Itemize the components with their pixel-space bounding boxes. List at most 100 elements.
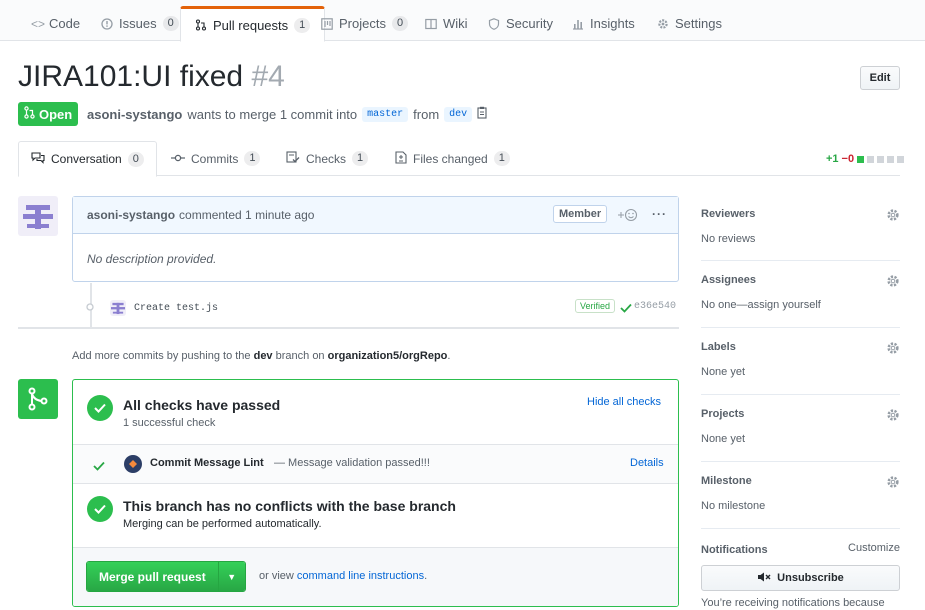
conflict-title: This branch has no conflicts with the ba…	[123, 498, 456, 514]
project-icon	[321, 17, 333, 30]
merge-button-group: Merge pull request ▼	[86, 561, 246, 592]
tab-issues[interactable]: Issues 0	[86, 6, 194, 41]
base-branch[interactable]: master	[362, 106, 409, 122]
verified-badge[interactable]: Verified	[575, 299, 616, 313]
gear-icon[interactable]	[886, 341, 900, 355]
commit-icon	[82, 301, 98, 315]
tab-settings[interactable]: Settings	[642, 6, 737, 41]
pr-author-link[interactable]: asoni-systango	[87, 107, 182, 122]
assignees-heading[interactable]: Assignees	[701, 274, 900, 286]
comment-discussion-icon	[31, 151, 45, 167]
projects-heading[interactable]: Projects	[701, 408, 900, 420]
comment-timestamp[interactable]: commented 1 minute ago	[179, 208, 314, 222]
reviewers-value: No reviews	[701, 233, 756, 245]
shield-icon	[488, 17, 500, 30]
head-branch[interactable]: dev	[444, 106, 473, 122]
assign-yourself-link[interactable]: No one—assign yourself	[701, 299, 900, 311]
clipboard-icon[interactable]	[477, 106, 488, 122]
milestone-value: No milestone	[701, 500, 766, 512]
graph-icon	[572, 18, 584, 30]
commit-row: Create test.js Verified e36e540	[82, 298, 682, 318]
file-diff-icon	[395, 150, 407, 167]
edit-button[interactable]: Edit	[860, 66, 900, 90]
push-note: Add more commits by pushing to the dev b…	[72, 350, 451, 362]
checklist-icon	[286, 151, 300, 166]
tab-files-changed[interactable]: Files changed 1	[383, 141, 522, 176]
check-circle-icon	[87, 496, 113, 522]
tab-code[interactable]: <> Code	[16, 6, 95, 41]
code-icon: <>	[31, 16, 46, 31]
customize-link[interactable]: Customize	[848, 542, 900, 554]
merge-box: All checks have passed 1 successful chec…	[72, 379, 679, 607]
status-badge: Open	[18, 102, 79, 126]
push-repo: organization5/orgRepo	[327, 350, 448, 362]
milestone-heading[interactable]: Milestone	[701, 475, 900, 487]
push-branch: dev	[253, 350, 273, 362]
projects-count: 0	[391, 16, 409, 31]
tab-commits[interactable]: Commits 1	[159, 141, 272, 176]
gear-icon[interactable]	[886, 208, 900, 222]
tab-projects[interactable]: Projects 0	[306, 6, 423, 41]
sidebar-labels: Labels None yet	[701, 341, 900, 395]
sidebar-notifications: Notifications Customize	[701, 542, 900, 558]
gear-icon[interactable]	[886, 408, 900, 422]
notification-reason: You’re receiving notifications because	[701, 597, 885, 609]
tab-wiki[interactable]: Wiki	[410, 6, 483, 41]
pr-number: #4	[251, 60, 285, 93]
tab-checks[interactable]: Checks 1	[274, 141, 380, 176]
avatar[interactable]	[110, 300, 126, 316]
comment-header: asoni-systango commented 1 minute ago Me…	[73, 197, 678, 234]
tab-pull-requests[interactable]: Pull requests 1	[180, 6, 326, 42]
kebab-menu-icon[interactable]: ···	[652, 207, 667, 221]
diffstat: +1 −0	[826, 153, 905, 165]
chevron-down-icon[interactable]: ▼	[217, 562, 245, 591]
pull-request-icon	[24, 106, 35, 122]
timeline-divider	[18, 327, 679, 329]
commit-sha-link[interactable]: e36e540	[634, 301, 676, 312]
commit-message-link[interactable]: Create test.js	[134, 303, 218, 314]
sidebar-projects: Projects None yet	[701, 408, 900, 462]
page-title: JIRA101:UI fixed #4	[18, 60, 285, 94]
check-icon	[93, 460, 105, 474]
tab-insights[interactable]: Insights	[557, 6, 650, 41]
details-link[interactable]: Details	[630, 457, 664, 469]
pull-request-icon	[195, 19, 207, 31]
sidebar-milestone: Milestone No milestone	[701, 475, 900, 529]
labels-heading[interactable]: Labels	[701, 341, 900, 353]
tab-security[interactable]: Security	[473, 6, 568, 41]
pr-tabs: Conversation 0 Commits 1 Checks 1 Files …	[18, 141, 900, 177]
merge-meta: asoni-systango wants to merge 1 commit i…	[87, 106, 488, 122]
commit-icon	[171, 152, 185, 166]
reviewers-heading[interactable]: Reviewers	[701, 208, 900, 220]
unsubscribe-button[interactable]: Unsubscribe	[701, 565, 900, 591]
issue-icon	[101, 17, 113, 30]
tab-conversation[interactable]: Conversation 0	[18, 141, 157, 177]
diffstat-block	[867, 155, 875, 163]
diffstat-block	[857, 155, 865, 163]
gear-icon[interactable]	[886, 475, 900, 489]
command-line-link[interactable]: command line instructions	[297, 570, 424, 582]
mute-icon	[757, 572, 771, 585]
issues-count: 0	[162, 16, 179, 31]
merge-status-icon	[18, 379, 58, 419]
gear-icon[interactable]	[886, 274, 900, 288]
diffstat-block	[897, 155, 905, 163]
add-reaction-icon[interactable]	[617, 208, 639, 225]
labels-value: None yet	[701, 366, 746, 378]
comment: asoni-systango commented 1 minute ago Me…	[72, 196, 679, 282]
book-icon	[425, 18, 437, 30]
check-row: Commit Message Lint — Message validation…	[73, 444, 678, 484]
avatar[interactable]	[18, 196, 58, 236]
app-logo-icon	[124, 455, 142, 473]
comment-author-link[interactable]: asoni-systango	[87, 208, 175, 222]
diffstat-block	[877, 155, 885, 163]
merge-pull-request-button[interactable]: Merge pull request	[87, 562, 218, 591]
cli-note: or view command line instructions.	[259, 570, 428, 582]
comment-body: No description provided.	[87, 252, 217, 266]
diffstat-block	[887, 155, 895, 163]
pr-title-text: JIRA101:UI fixed	[18, 60, 244, 93]
sidebar-assignees: Assignees No one—assign yourself	[701, 274, 900, 328]
checks-title: All checks have passed	[123, 397, 281, 413]
hide-checks-link[interactable]: Hide all checks	[587, 396, 661, 408]
conflict-subtitle: Merging can be performed automatically.	[123, 518, 322, 530]
